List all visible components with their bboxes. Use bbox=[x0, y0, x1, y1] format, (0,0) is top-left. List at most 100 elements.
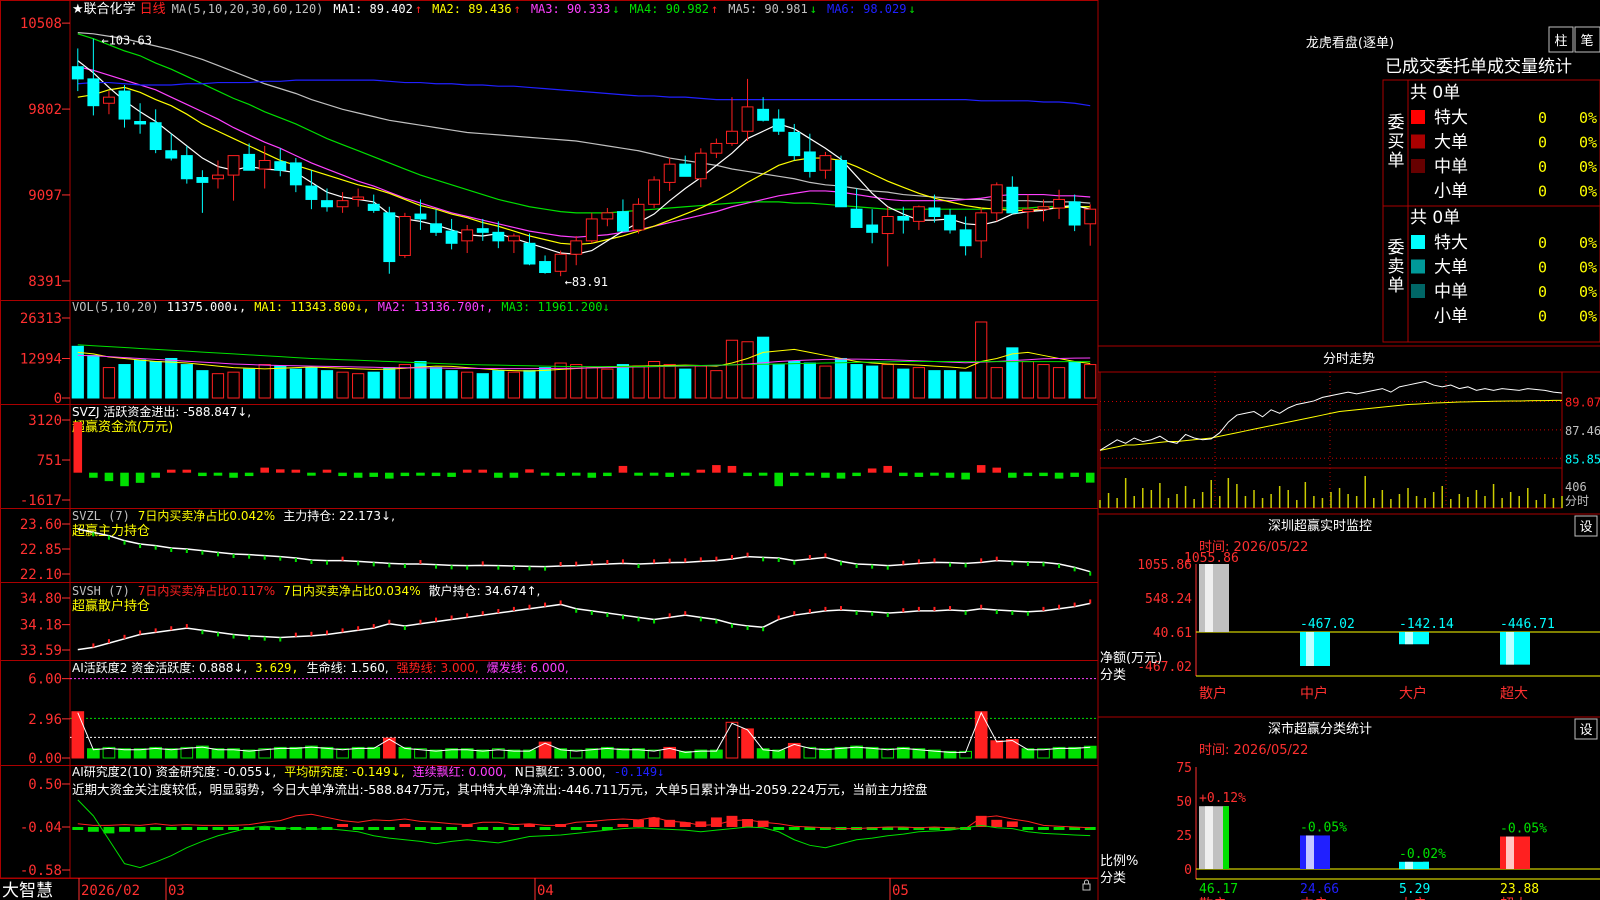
volume-bar bbox=[959, 371, 972, 399]
holding-tick bbox=[466, 613, 469, 618]
holding-tick bbox=[170, 548, 173, 552]
sell-total: 共 0单 bbox=[1410, 208, 1460, 228]
candle-body bbox=[570, 240, 583, 255]
panel-header-text: 3.629, bbox=[255, 661, 298, 675]
fund-flow-bar bbox=[462, 469, 472, 473]
sell-pct: 0% bbox=[1579, 234, 1597, 252]
volume-bar bbox=[616, 364, 630, 399]
panel-tick-label: 22.85 bbox=[20, 542, 62, 558]
monitor-bar-highlight bbox=[1205, 806, 1213, 869]
panel-tick-label: 3120 bbox=[28, 413, 62, 429]
monitor-bar-fill bbox=[1300, 631, 1330, 666]
ma-params: MA(5,10,20,30,60,120) bbox=[172, 2, 324, 16]
fund-flow-bar bbox=[976, 465, 986, 473]
stock-name: ★联合化学 bbox=[72, 1, 136, 17]
panel-header-text: 7日内买卖净占比0.042% bbox=[138, 508, 275, 523]
buy-swatch bbox=[1411, 110, 1425, 124]
volume-bar bbox=[850, 364, 863, 399]
monitor-bar bbox=[1300, 835, 1330, 869]
research-bar bbox=[570, 826, 582, 830]
intraday-tick-label: 87.46 bbox=[1565, 424, 1600, 438]
holding-tick bbox=[746, 625, 749, 630]
holding-tick bbox=[544, 602, 547, 607]
panel-header-text: 强势线: 3.000, bbox=[397, 661, 479, 675]
sell-order-label: 委 bbox=[1388, 238, 1405, 258]
sell-pct: 0% bbox=[1579, 259, 1597, 277]
settings-button-label[interactable]: 设 bbox=[1579, 520, 1592, 535]
holding-tick bbox=[684, 611, 687, 616]
holding-tick bbox=[139, 544, 142, 548]
fund-flow-bar bbox=[182, 469, 192, 473]
holding-tick bbox=[746, 552, 749, 557]
monitor-value-label: 46.17 bbox=[1199, 882, 1238, 897]
holding-tick bbox=[1042, 562, 1045, 567]
volume-bar bbox=[227, 371, 240, 399]
holding-tick bbox=[201, 630, 204, 635]
analysis-text: 近期大资金关注度较低，明显弱势，今日大单净流出:-588.847万元，其中特大单… bbox=[72, 782, 927, 797]
candle-body bbox=[1021, 208, 1034, 213]
candle-body bbox=[772, 118, 785, 132]
fund-flow-bar bbox=[665, 472, 674, 477]
volume-bar bbox=[367, 371, 380, 399]
holding-tick bbox=[606, 560, 609, 564]
fund-flow-bar bbox=[618, 465, 628, 473]
holding-tick bbox=[559, 600, 562, 605]
panel-tick-label: 34.80 bbox=[20, 591, 62, 607]
candle-body bbox=[461, 229, 474, 242]
monitor-value-label: -142.14 bbox=[1399, 617, 1454, 632]
volume-bar bbox=[352, 373, 365, 399]
settings-button-label[interactable]: 设 bbox=[1579, 723, 1592, 738]
fund-flow-bar bbox=[992, 467, 1002, 473]
monitor-bar bbox=[1399, 861, 1429, 869]
panel-header-text: 主力持仓: 22.173↓, bbox=[283, 508, 395, 523]
holding-tick bbox=[357, 561, 360, 566]
monitor-delta-label: +0.12% bbox=[1199, 791, 1246, 806]
x-tick-label: 04 bbox=[537, 883, 554, 899]
monitor-tick-label: 548.24 bbox=[1145, 592, 1192, 607]
holding-tick bbox=[668, 558, 671, 563]
candle-body bbox=[507, 235, 520, 242]
holding-tick bbox=[435, 617, 438, 622]
candle-body bbox=[648, 179, 661, 205]
activity-bar bbox=[741, 728, 754, 759]
candle-body bbox=[616, 211, 629, 232]
monitor-value-label: 1055.86 bbox=[1184, 551, 1239, 566]
volume-bar bbox=[1084, 364, 1097, 399]
fund-flow-bar bbox=[260, 467, 269, 473]
monitor-value-label: -467.02 bbox=[1300, 617, 1355, 632]
research-bar bbox=[1006, 821, 1018, 827]
holding-tick bbox=[107, 639, 110, 644]
buy-label: 中单 bbox=[1434, 157, 1468, 177]
holding-tick bbox=[684, 558, 687, 563]
holding-tick bbox=[840, 561, 842, 566]
fund-flow-bar bbox=[229, 472, 238, 478]
panel-tick-label: 34.18 bbox=[20, 618, 62, 634]
intraday-vol-tick: 406 bbox=[1565, 480, 1587, 494]
sell-label: 小单 bbox=[1434, 307, 1468, 327]
holding-tick bbox=[185, 624, 188, 629]
holding-tick bbox=[154, 545, 157, 550]
panel-header-text: N日飘红: 3.000, bbox=[515, 764, 606, 779]
monitor-tick-label: 25 bbox=[1176, 829, 1192, 844]
holding-tick bbox=[933, 558, 936, 563]
candle-body bbox=[679, 163, 692, 177]
dragon-tiger-subtitle: 已成交委托单成交量统计 bbox=[1385, 57, 1572, 77]
monitor-delta-label: -0.05% bbox=[1500, 822, 1547, 837]
x-tick-label: 2026/02 bbox=[81, 883, 140, 899]
candle-body bbox=[694, 152, 707, 180]
panel-tick-label: 23.60 bbox=[20, 517, 62, 533]
volume-bar bbox=[320, 370, 334, 399]
holding-tick bbox=[435, 564, 438, 569]
buy-pct: 0% bbox=[1579, 183, 1597, 201]
holding-tick bbox=[123, 634, 126, 639]
panel-tick-label: 33.59 bbox=[20, 643, 62, 659]
holding-tick bbox=[216, 552, 219, 557]
candle-body bbox=[975, 212, 988, 242]
period-label: 日线 bbox=[140, 2, 166, 17]
research-bar bbox=[181, 826, 193, 830]
buy-order-label: 买 bbox=[1388, 132, 1405, 152]
holding-tick bbox=[279, 637, 282, 642]
holding-tick bbox=[824, 553, 827, 558]
panel-tick-label: 6.00 bbox=[28, 672, 62, 688]
fund-flow-bar bbox=[1023, 472, 1033, 477]
